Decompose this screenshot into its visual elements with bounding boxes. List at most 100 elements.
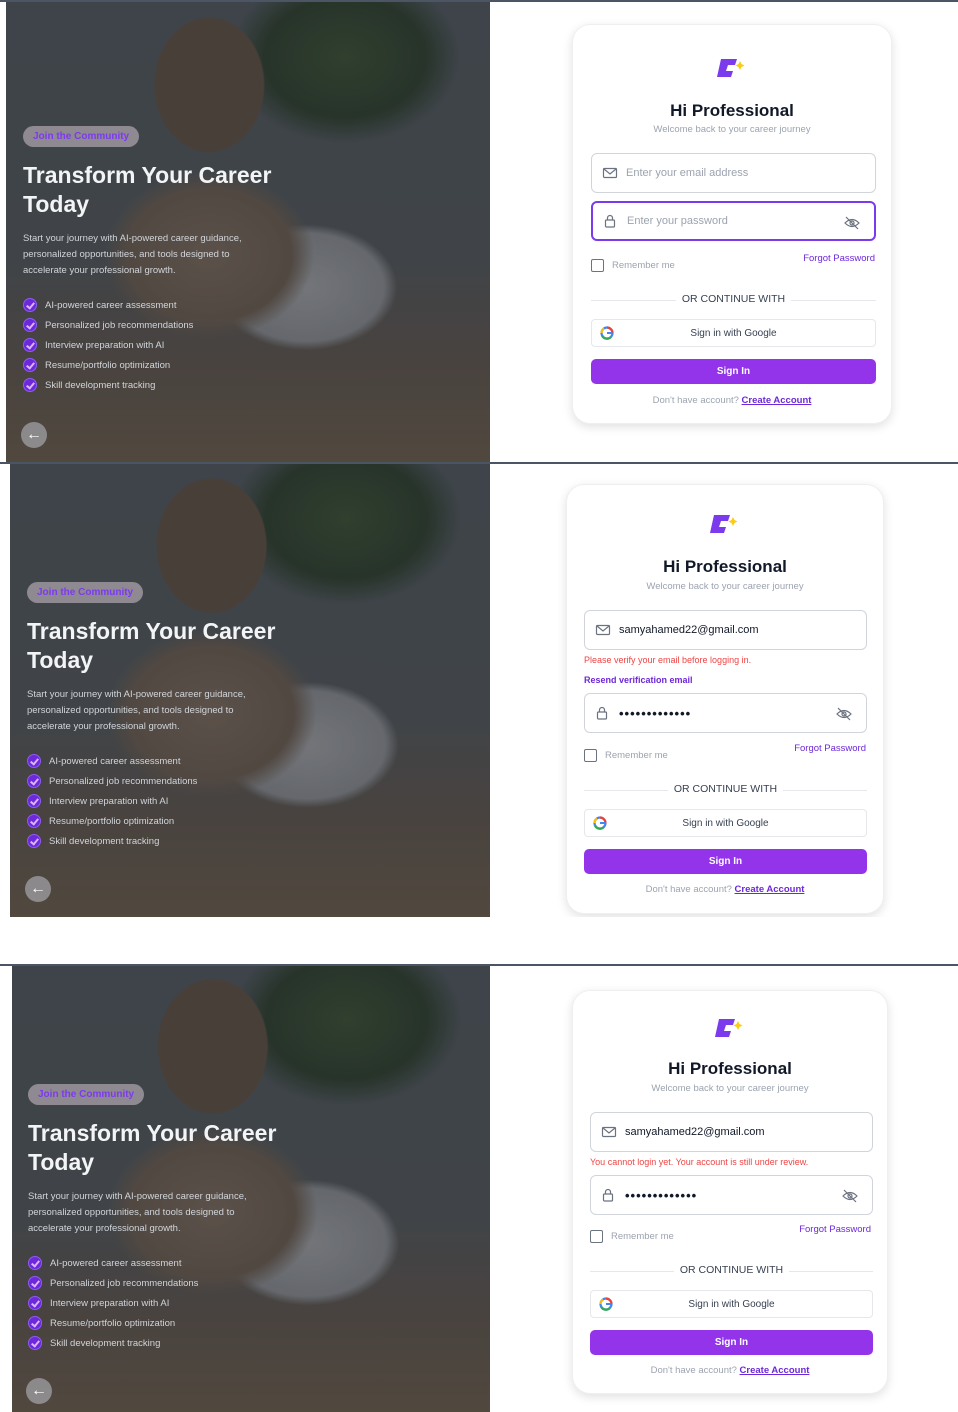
check-circle-icon bbox=[23, 378, 37, 392]
password-placeholder: Enter your password bbox=[627, 215, 728, 227]
remember-me[interactable]: Remember me bbox=[584, 749, 668, 762]
remember-me[interactable]: Remember me bbox=[591, 259, 675, 272]
email-placeholder: Enter your email address bbox=[626, 167, 749, 179]
feature-list: AI-powered career assessment Personalize… bbox=[27, 751, 287, 851]
google-signin-button[interactable]: Sign in with Google bbox=[591, 319, 876, 347]
card-subtitle: Welcome back to your career journey bbox=[653, 124, 811, 135]
sign-in-button[interactable]: Sign In bbox=[590, 1330, 873, 1355]
feature-item: Personalized job recommendations bbox=[23, 315, 283, 335]
remember-checkbox[interactable] bbox=[584, 749, 597, 762]
divider: OR CONTINUE WITH bbox=[591, 293, 876, 307]
create-account-link[interactable]: Create Account bbox=[742, 395, 812, 406]
feature-list: AI-powered career assessment Personalize… bbox=[28, 1253, 288, 1353]
community-badge: Join the Community bbox=[23, 126, 140, 147]
check-circle-icon bbox=[27, 774, 41, 788]
screen-1: Join the Community Transform Your Career… bbox=[0, 0, 958, 462]
eye-off-icon[interactable] bbox=[842, 1188, 858, 1204]
create-account-link[interactable]: Create Account bbox=[740, 1365, 810, 1376]
error-message: Please verify your email before logging … bbox=[584, 655, 752, 665]
back-arrow-icon[interactable]: ← bbox=[21, 422, 47, 448]
email-field[interactable]: Enter your email address bbox=[591, 153, 876, 193]
check-circle-icon bbox=[28, 1316, 42, 1330]
feature-item: Interview preparation with AI bbox=[23, 335, 283, 355]
mail-icon bbox=[601, 1126, 617, 1138]
password-value: ••••••••••••• bbox=[619, 705, 692, 721]
remember-checkbox[interactable] bbox=[590, 1230, 603, 1243]
email-field[interactable]: samyahamed22@gmail.com bbox=[590, 1112, 873, 1152]
check-circle-icon bbox=[27, 814, 41, 828]
hero-subtitle: Start your journey with AI-powered caree… bbox=[27, 689, 246, 732]
check-circle-icon bbox=[23, 298, 37, 312]
sign-in-button[interactable]: Sign In bbox=[591, 359, 876, 384]
create-account-link[interactable]: Create Account bbox=[735, 884, 805, 895]
hero-title: Transform Your Career Today bbox=[27, 618, 276, 673]
hero-title: Transform Your Career Today bbox=[23, 162, 272, 217]
feature-item: Skill development tracking bbox=[27, 831, 287, 851]
check-circle-icon bbox=[27, 754, 41, 768]
password-value: ••••••••••••• bbox=[625, 1187, 698, 1203]
feature-item: Skill development tracking bbox=[28, 1333, 288, 1353]
signup-prompt: Don't have account? Create Account bbox=[650, 1365, 810, 1376]
community-badge: Join the Community bbox=[28, 1084, 145, 1105]
sign-in-button[interactable]: Sign In bbox=[584, 849, 867, 874]
signup-prompt: Don't have account? Create Account bbox=[652, 395, 812, 406]
feature-item: Resume/portfolio optimization bbox=[23, 355, 283, 375]
mail-icon bbox=[595, 624, 611, 636]
feature-item: Personalized job recommendations bbox=[28, 1273, 288, 1293]
feature-item: AI-powered career assessment bbox=[27, 751, 287, 771]
feature-item: AI-powered career assessment bbox=[28, 1253, 288, 1273]
password-field[interactable]: Enter your password bbox=[591, 201, 876, 241]
hero-content: Join the Community Transform Your Career… bbox=[28, 1084, 288, 1353]
google-icon bbox=[599, 1297, 613, 1311]
error-message: You cannot login yet. Your account is st… bbox=[590, 1157, 809, 1167]
remember-checkbox[interactable] bbox=[591, 259, 604, 272]
check-circle-icon bbox=[28, 1336, 42, 1350]
check-circle-icon bbox=[27, 834, 41, 848]
feature-item: Personalized job recommendations bbox=[27, 771, 287, 791]
google-signin-button[interactable]: Sign in with Google bbox=[590, 1290, 873, 1318]
login-card: Hi Professional Welcome back to your car… bbox=[572, 990, 888, 1394]
hero-content: Join the Community Transform Your Career… bbox=[27, 582, 287, 851]
feature-list: AI-powered career assessment Personalize… bbox=[23, 295, 283, 395]
divider: OR CONTINUE WITH bbox=[590, 1264, 873, 1278]
hero-content: Join the Community Transform Your Career… bbox=[23, 126, 283, 395]
screen-2: Join the Community Transform Your Career… bbox=[0, 462, 958, 917]
eye-off-icon[interactable] bbox=[844, 215, 860, 231]
lock-icon bbox=[602, 1188, 614, 1202]
feature-item: Interview preparation with AI bbox=[28, 1293, 288, 1313]
forgot-password-link[interactable]: Forgot Password bbox=[803, 253, 875, 264]
hero-subtitle: Start your journey with AI-powered caree… bbox=[28, 1191, 247, 1234]
signup-prompt: Don't have account? Create Account bbox=[645, 884, 805, 895]
community-badge: Join the Community bbox=[27, 582, 144, 603]
resend-verification-link[interactable]: Resend verification email bbox=[584, 675, 693, 685]
forgot-password-link[interactable]: Forgot Password bbox=[794, 743, 866, 754]
login-card: Hi Professional Welcome back to your car… bbox=[566, 484, 884, 914]
logo-icon bbox=[710, 515, 738, 533]
logo-icon bbox=[717, 59, 745, 77]
screen-3: Join the Community Transform Your Career… bbox=[0, 964, 958, 1412]
email-field[interactable]: samyahamed22@gmail.com bbox=[584, 610, 867, 650]
login-card: Hi Professional Welcome back to your car… bbox=[572, 24, 892, 424]
check-circle-icon bbox=[28, 1296, 42, 1310]
back-arrow-icon[interactable]: ← bbox=[26, 1378, 52, 1404]
card-title: Hi Professional bbox=[670, 101, 794, 120]
feature-item: Resume/portfolio optimization bbox=[27, 811, 287, 831]
password-field[interactable]: ••••••••••••• bbox=[584, 693, 867, 733]
logo-icon bbox=[715, 1019, 743, 1037]
google-signin-button[interactable]: Sign in with Google bbox=[584, 809, 867, 837]
card-title: Hi Professional bbox=[668, 1059, 792, 1078]
lock-icon bbox=[596, 706, 608, 720]
google-icon bbox=[593, 816, 607, 830]
forgot-password-link[interactable]: Forgot Password bbox=[799, 1224, 871, 1235]
email-value: samyahamed22@gmail.com bbox=[619, 624, 759, 636]
mail-icon bbox=[602, 167, 618, 179]
eye-off-icon[interactable] bbox=[836, 706, 852, 722]
remember-me[interactable]: Remember me bbox=[590, 1230, 674, 1243]
password-field[interactable]: ••••••••••••• bbox=[590, 1175, 873, 1215]
check-circle-icon bbox=[23, 338, 37, 352]
card-title: Hi Professional bbox=[663, 557, 787, 576]
card-subtitle: Welcome back to your career journey bbox=[646, 581, 804, 592]
lock-icon bbox=[604, 214, 616, 228]
google-icon bbox=[600, 326, 614, 340]
back-arrow-icon[interactable]: ← bbox=[25, 876, 51, 902]
